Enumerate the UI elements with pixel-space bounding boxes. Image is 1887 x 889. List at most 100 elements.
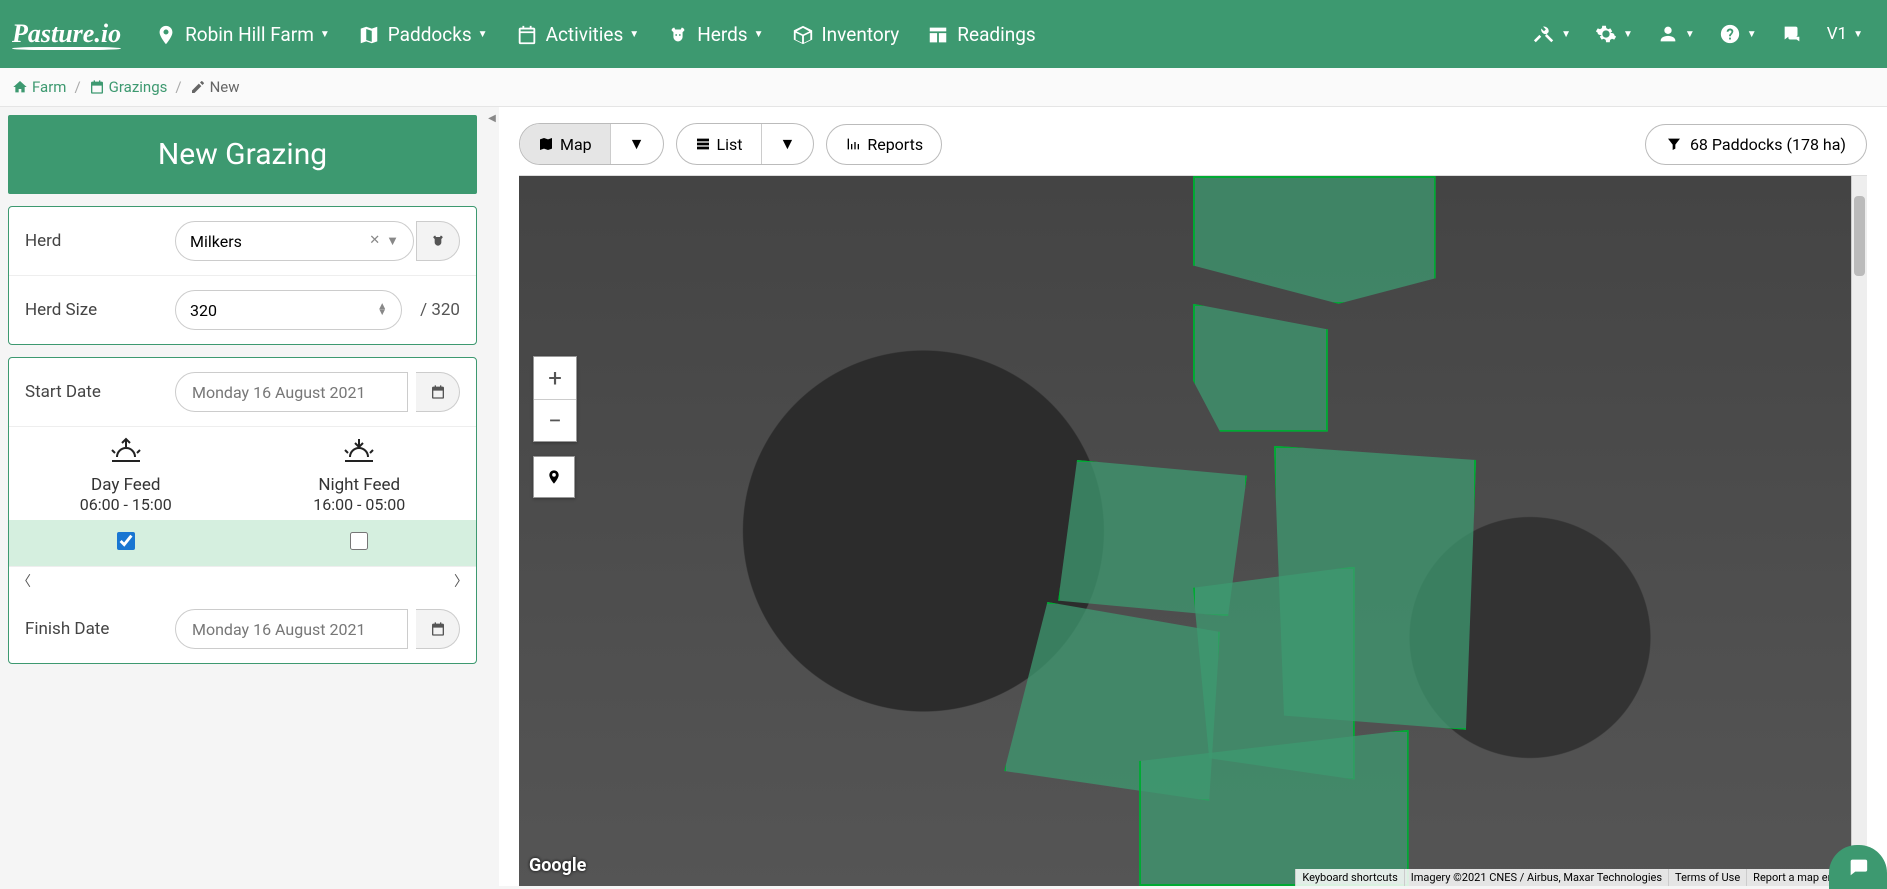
- cow-icon: [430, 233, 446, 249]
- settings-menu[interactable]: ▼: [1583, 23, 1645, 45]
- paddock-overlay: [519, 176, 1867, 886]
- start-date-calendar-button[interactable]: [416, 372, 460, 412]
- breadcrumb-grazings-label: Grazings: [109, 78, 168, 96]
- tools-menu[interactable]: ▼: [1521, 23, 1583, 45]
- nav-inventory[interactable]: Inventory: [778, 0, 914, 68]
- day-feed-time: 06:00 - 15:00: [9, 495, 243, 514]
- nav-paddocks[interactable]: Paddocks ▼: [344, 0, 502, 68]
- chat-button[interactable]: [1769, 23, 1815, 45]
- nav-activities[interactable]: Activities ▼: [502, 0, 654, 68]
- clear-icon[interactable]: ✕: [369, 233, 380, 249]
- finish-date-input[interactable]: Monday 16 August 2021: [175, 609, 408, 649]
- night-feed-label: Night Feed: [243, 475, 477, 495]
- nav-farm-selector[interactable]: Robin Hill Farm ▼: [141, 0, 344, 68]
- caret-down-icon: ▼: [478, 29, 488, 40]
- account-menu[interactable]: ▼: [1645, 23, 1707, 45]
- herd-size-row: Herd Size 320 ▲▼ / 320: [9, 276, 476, 344]
- list-view-button[interactable]: List: [677, 124, 762, 164]
- zoom-out-button[interactable]: −: [534, 399, 576, 441]
- map-icon: [538, 136, 554, 152]
- cow-icon: [667, 22, 689, 47]
- map-scrollbar[interactable]: [1851, 176, 1867, 886]
- pin-icon: [155, 22, 177, 47]
- herd-size-total: / 320: [420, 300, 460, 320]
- sunset-icon: [243, 437, 477, 473]
- start-date-input[interactable]: Monday 16 August 2021: [175, 372, 408, 412]
- feed-prev-button[interactable]: 〈: [17, 571, 31, 591]
- caret-down-icon: ▼: [1623, 29, 1633, 40]
- map-attribution: Keyboard shortcuts Imagery ©2021 CNES / …: [1295, 869, 1851, 886]
- breadcrumb-current: New: [190, 78, 240, 96]
- map-terms[interactable]: Terms of Use: [1668, 869, 1746, 886]
- panel-resizer[interactable]: ◀: [485, 107, 499, 886]
- chat-icon: [1781, 23, 1803, 45]
- edit-icon: [190, 79, 206, 95]
- list-view-label: List: [717, 135, 743, 154]
- reports-view-group: Reports: [826, 124, 942, 165]
- herd-row: Herd Milkers ✕ ▼: [9, 207, 476, 276]
- day-feed-checkbox[interactable]: [117, 532, 135, 550]
- caret-down-icon[interactable]: ▼: [386, 233, 399, 249]
- box-icon: [792, 22, 814, 47]
- herd-select[interactable]: Milkers ✕ ▼: [175, 221, 414, 261]
- feed-nav: 〈 〉: [9, 566, 476, 595]
- day-feed-label: Day Feed: [9, 475, 243, 495]
- nav-activities-label: Activities: [546, 23, 624, 46]
- version-menu[interactable]: V1 ▼: [1815, 24, 1875, 44]
- map-canvas[interactable]: + − Google Keyboard shortcuts Imagery ©2…: [519, 175, 1867, 886]
- panel-title: New Grazing: [8, 115, 477, 194]
- help-menu[interactable]: ▼: [1707, 23, 1769, 45]
- herd-addon-button[interactable]: [416, 221, 460, 261]
- herd-label: Herd: [25, 231, 175, 251]
- feed-next-button[interactable]: 〉: [454, 571, 468, 591]
- caret-down-icon: ▼: [320, 29, 330, 40]
- nav-herds-label: Herds: [697, 23, 747, 46]
- map-imagery-credit: Imagery ©2021 CNES / Airbus, Maxar Techn…: [1404, 869, 1668, 886]
- list-view-group: List ▼: [676, 123, 815, 165]
- night-feed-checkbox[interactable]: [350, 532, 368, 550]
- workspace: New Grazing Herd Milkers ✕ ▼: [0, 107, 1887, 886]
- map-controls: + −: [533, 356, 577, 498]
- map-view-button[interactable]: Map: [520, 124, 611, 164]
- table-icon: [695, 136, 711, 152]
- table-icon: [927, 22, 949, 47]
- nav-readings-label: Readings: [957, 23, 1035, 46]
- night-feed-time: 16:00 - 05:00: [243, 495, 477, 514]
- breadcrumb-sep: /: [74, 78, 80, 96]
- caret-down-icon: ▼: [1561, 29, 1571, 40]
- start-date-row: Start Date Monday 16 August 2021: [9, 358, 476, 427]
- map-keyboard-shortcuts[interactable]: Keyboard shortcuts: [1295, 869, 1403, 886]
- nav-readings[interactable]: Readings: [913, 0, 1049, 68]
- finish-date-label: Finish Date: [25, 619, 175, 639]
- spinner-icon[interactable]: ▲▼: [377, 304, 387, 316]
- reports-view-button[interactable]: Reports: [827, 125, 941, 164]
- paddock-summary-label: 68 Paddocks (178 ha): [1690, 135, 1846, 154]
- start-date-label: Start Date: [25, 382, 175, 402]
- sunrise-icon: [9, 437, 243, 473]
- nav-right-cluster: ▼ ▼ ▼ ▼ V1 ▼: [1521, 23, 1875, 45]
- map-view-dropdown[interactable]: ▼: [611, 124, 663, 164]
- breadcrumb-farm-label: Farm: [32, 78, 66, 96]
- calendar-icon: [430, 621, 446, 637]
- caret-down-icon: ▼: [754, 29, 764, 40]
- calendar-icon: [516, 22, 538, 47]
- map-view-label: Map: [560, 135, 592, 154]
- locate-button[interactable]: [533, 456, 575, 498]
- left-panel: New Grazing Herd Milkers ✕ ▼: [0, 107, 485, 886]
- night-feed-col: Night Feed 16:00 - 05:00: [243, 427, 477, 520]
- breadcrumb-farm[interactable]: Farm: [12, 78, 66, 96]
- chat-icon: [1847, 856, 1869, 878]
- list-view-dropdown[interactable]: ▼: [762, 124, 814, 164]
- paddock-filter-badge[interactable]: 68 Paddocks (178 ha): [1645, 124, 1867, 165]
- herd-size-input[interactable]: 320 ▲▼: [175, 290, 402, 330]
- help-icon: [1719, 23, 1741, 45]
- finish-date-calendar-button[interactable]: [416, 609, 460, 649]
- brand-logo[interactable]: Pasture.io: [12, 19, 121, 50]
- breadcrumb-current-label: New: [210, 78, 240, 96]
- version-label: V1: [1827, 24, 1847, 44]
- gear-icon: [1595, 23, 1617, 45]
- map-view-group: Map ▼: [519, 123, 664, 165]
- zoom-in-button[interactable]: +: [534, 357, 576, 399]
- breadcrumb-grazings[interactable]: Grazings: [89, 78, 168, 96]
- nav-herds[interactable]: Herds ▼: [653, 0, 777, 68]
